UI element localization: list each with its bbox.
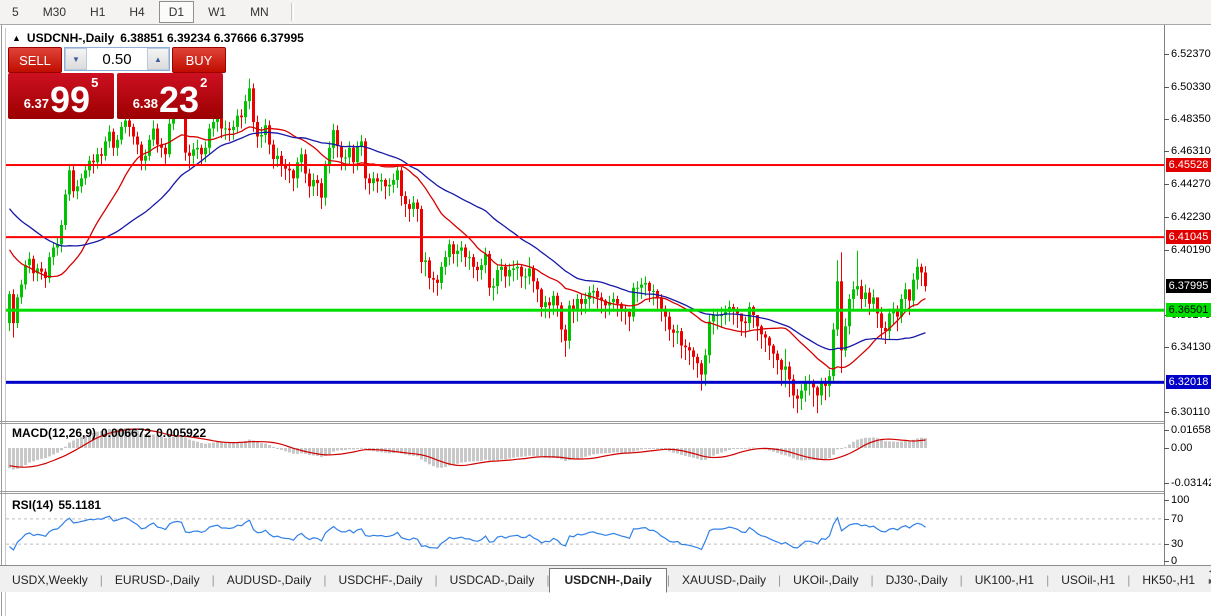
panel-separator xyxy=(0,423,1164,424)
timeframe-button-mn[interactable]: MN xyxy=(240,1,279,23)
macd-axis-max: 0.016586 xyxy=(1171,424,1211,436)
volume-increase-button[interactable]: ▲ xyxy=(147,48,169,70)
macd-axis-zero: 0.00 xyxy=(1171,442,1192,454)
macd-indicator-label: MACD(12,26,9) 0.006672 0.005922 xyxy=(12,426,206,440)
chart-title: USDCNH-,Daily xyxy=(27,31,114,45)
macd-value-main: 0.006672 xyxy=(101,426,151,440)
rsi-axis-100: 100 xyxy=(1171,494,1189,506)
sell-button[interactable]: SELL xyxy=(8,47,62,73)
tab-dj30-daily[interactable]: DJ30-,Daily xyxy=(874,569,960,592)
volume-input[interactable] xyxy=(87,48,147,70)
buy-price-big: 23 xyxy=(159,83,199,117)
volume-decrease-button[interactable]: ▼ xyxy=(65,48,87,70)
timeframe-button-5[interactable]: 5 xyxy=(2,1,29,23)
rsi-label: RSI(14) xyxy=(12,498,53,512)
tab-usdcad-daily[interactable]: USDCAD-,Daily xyxy=(438,569,547,592)
price-badge-6.37995: 6.37995 xyxy=(1166,279,1211,293)
macd-axis-min: -0.031421 xyxy=(1171,477,1211,489)
timeframe-button-h4[interactable]: H4 xyxy=(119,1,154,23)
price-tick: 6.50330 xyxy=(1171,81,1211,93)
tab-uk100-h1[interactable]: UK100-,H1 xyxy=(963,569,1046,592)
price-badge-6.45528: 6.45528 xyxy=(1166,158,1211,172)
price-tick: 6.52370 xyxy=(1171,48,1211,60)
panel-separator[interactable] xyxy=(0,491,1164,492)
sell-price-sup: 5 xyxy=(91,75,98,90)
buy-button[interactable]: BUY xyxy=(172,47,226,73)
chevron-down-icon: ▼ xyxy=(72,55,80,64)
chevron-up-icon: ▲ xyxy=(154,55,162,64)
collapse-panel-icon[interactable]: ▲ xyxy=(12,33,21,43)
price-tick: 6.46310 xyxy=(1171,145,1211,157)
macd-value-signal: 0.005922 xyxy=(156,426,206,440)
price-badge-6.32018: 6.32018 xyxy=(1166,375,1211,389)
rsi-value: 55.1181 xyxy=(58,498,101,512)
volume-control: ▼ ▲ xyxy=(64,47,170,71)
buy-price-tile[interactable]: 6.38 23 2 xyxy=(117,73,223,119)
toolbar-separator xyxy=(291,3,294,21)
mt4-window: 5M30H1H4D1W1MN ▲ USDCNH-,Daily 6.38851 6… xyxy=(0,0,1211,616)
rsi-axis-30: 30 xyxy=(1171,538,1183,550)
one-click-trade-panel: SELL ▼ ▲ BUY 6.37 99 5 xyxy=(8,47,226,119)
rsi-indicator-label: RSI(14) 55.1181 xyxy=(12,498,101,512)
price-tick: 6.44270 xyxy=(1171,178,1211,190)
panel-separator[interactable] xyxy=(0,421,1164,422)
tab-hk50-h1[interactable]: HK50-,H1 xyxy=(1130,569,1207,592)
price-tick: 6.48350 xyxy=(1171,113,1211,125)
timeframe-button-m30[interactable]: M30 xyxy=(33,1,76,23)
sell-price-tile[interactable]: 6.37 99 5 xyxy=(8,73,114,119)
tab-eurusd-daily[interactable]: EURUSD-,Daily xyxy=(103,569,212,592)
panel-separator xyxy=(0,493,1164,494)
timeframe-toolbar: 5M30H1H4D1W1MN xyxy=(0,0,1211,25)
price-axis[interactable]: 6.52370 6.50330 6.48350 6.46310 6.44270 6.422… xyxy=(1165,25,1211,616)
chart-ohlc-values: 6.38851 6.39234 6.37666 6.37995 xyxy=(120,31,304,45)
chart-header: ▲ USDCNH-,Daily 6.38851 6.39234 6.37666 … xyxy=(12,31,304,45)
tab-usdx-weekly[interactable]: USDX,Weekly xyxy=(0,569,100,592)
tab-usdcnh-daily[interactable]: USDCNH-,Daily xyxy=(549,568,666,593)
timeframe-button-w1[interactable]: W1 xyxy=(198,1,236,23)
tab-usoil-h1[interactable]: USOil-,H1 xyxy=(1049,569,1127,592)
buy-price-prefix: 6.38 xyxy=(133,96,158,111)
tab-usdchf-daily[interactable]: USDCHF-,Daily xyxy=(327,569,435,592)
tab-xauusd-daily[interactable]: XAUUSD-,Daily xyxy=(670,569,778,592)
tab-ukoil-daily[interactable]: UKOil-,Daily xyxy=(781,569,870,592)
timeframe-button-d1[interactable]: D1 xyxy=(159,1,194,23)
price-badge-6.41045: 6.41045 xyxy=(1166,230,1211,244)
rsi-axis-70: 70 xyxy=(1171,513,1183,525)
buy-price-sup: 2 xyxy=(200,75,207,90)
price-tick: 6.30110 xyxy=(1171,406,1210,418)
price-tick: 6.40190 xyxy=(1171,244,1211,256)
sell-price-prefix: 6.37 xyxy=(24,96,49,111)
chart-window: ▲ USDCNH-,Daily 6.38851 6.39234 6.37666 … xyxy=(0,25,1211,616)
symbol-tab-bar: USDX,Weekly|EURUSD-,Daily|AUDUSD-,Daily|… xyxy=(0,565,1211,592)
price-badge-6.36501: 6.36501 xyxy=(1166,303,1211,317)
tab-scroll-arrows[interactable]: ◄ ► xyxy=(1207,566,1211,592)
macd-label: MACD(12,26,9) xyxy=(12,426,96,440)
tab-audusd-daily[interactable]: AUDUSD-,Daily xyxy=(215,569,324,592)
timeframe-button-h1[interactable]: H1 xyxy=(80,1,115,23)
price-tick: 6.34130 xyxy=(1171,341,1211,353)
price-tick: 6.42230 xyxy=(1171,211,1211,223)
sell-price-big: 99 xyxy=(50,83,90,117)
